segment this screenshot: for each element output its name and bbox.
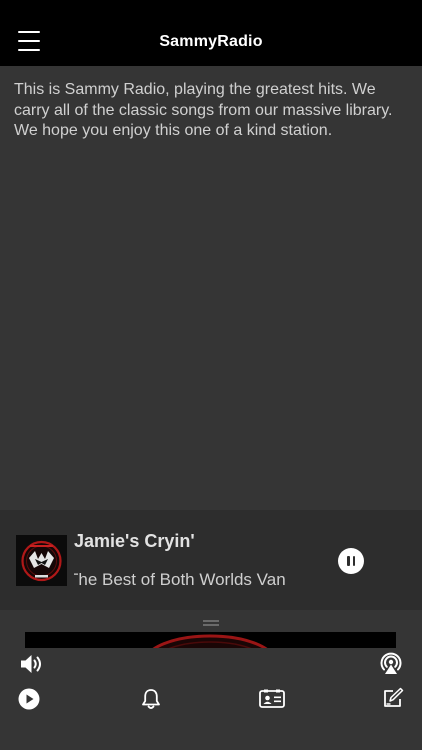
airplay-icon[interactable] [378, 651, 404, 677]
contact-card-icon[interactable] [259, 689, 285, 709]
pause-icon[interactable] [338, 548, 364, 574]
compose-icon[interactable] [382, 687, 404, 709]
video-drag-handle[interactable] [203, 620, 219, 626]
top-navigation-bar: SammyRadio [0, 0, 422, 66]
play-circle-icon[interactable] [18, 688, 40, 710]
video-preview [25, 632, 396, 648]
artist-album-marquee: The Best of Both Worlds Van [74, 570, 286, 589]
volume-icon[interactable] [19, 652, 45, 676]
bell-icon[interactable] [141, 688, 161, 710]
station-description: This is Sammy Radio, playing the greates… [14, 81, 393, 139]
song-title: Jamie's Cryin' [74, 531, 195, 551]
now-playing-bar[interactable]: Jamie's Cryin' The Best of Both Worlds V… [0, 510, 422, 610]
bottom-toolbar [0, 648, 422, 750]
page-title: SammyRadio [159, 33, 263, 50]
album-art [16, 535, 67, 586]
